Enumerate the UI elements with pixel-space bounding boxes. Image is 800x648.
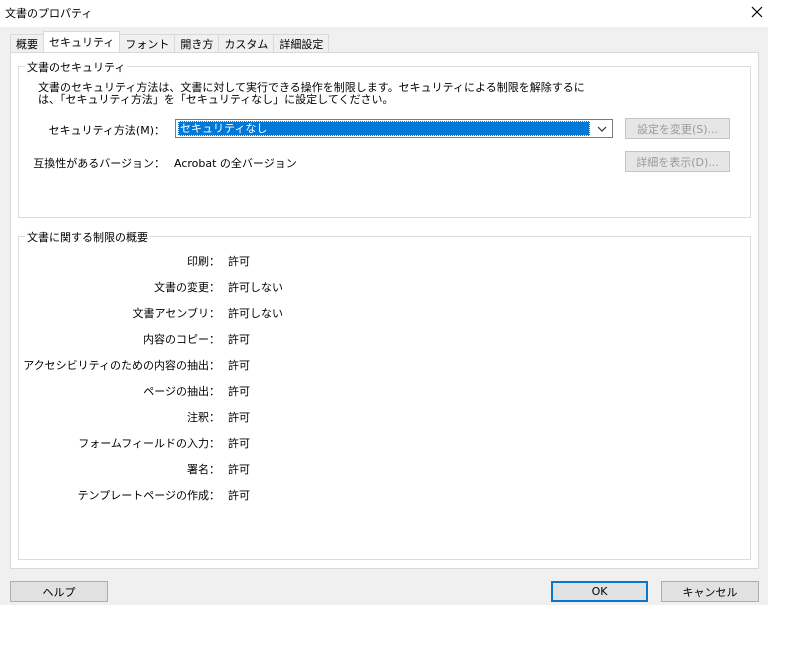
permission-value-assembly: 許可しない bbox=[228, 307, 283, 320]
tab-security[interactable]: セキュリティ bbox=[43, 31, 121, 52]
permission-label-accessibility: アクセシビリティのための内容の抽出： bbox=[23, 359, 220, 372]
permission-value-changing: 許可しない bbox=[228, 281, 283, 294]
group-legend: 文書に関する制限の概要 bbox=[25, 229, 150, 245]
cancel-button[interactable]: キャンセル bbox=[661, 581, 759, 602]
button-label: 詳細を表示(D)... bbox=[636, 155, 719, 169]
permission-value-commenting: 許可 bbox=[228, 411, 250, 424]
permission-label-printing: 印刷： bbox=[187, 255, 220, 268]
tab-label: カスタム bbox=[224, 37, 269, 51]
permission-label-changing: 文書の変更： bbox=[154, 281, 220, 294]
tab-custom[interactable]: カスタム bbox=[218, 34, 275, 52]
compatible-version-value: Acrobat の全バージョン bbox=[174, 157, 297, 170]
button-label: OK bbox=[591, 585, 608, 598]
security-method-label: セキュリティ方法(M)： bbox=[48, 124, 165, 137]
tab-label: 詳細設定 bbox=[279, 37, 324, 51]
button-label: ヘルプ bbox=[42, 585, 76, 599]
change-settings-button[interactable]: 設定を変更(S)... bbox=[625, 118, 730, 139]
tab-advanced[interactable]: 詳細設定 bbox=[273, 34, 330, 52]
document-properties-dialog: 文書のプロパティ 概要 セキュリティ フォント 開き方 カスタム 詳細設定 文書… bbox=[0, 0, 800, 648]
tab-label: セキュリティ bbox=[49, 36, 115, 49]
permission-value-signing: 許可 bbox=[228, 463, 250, 476]
permission-label-signing: 署名： bbox=[187, 463, 220, 476]
permission-label-assembly: 文書アセンブリ： bbox=[132, 307, 220, 320]
permission-value-template-pages: 許可 bbox=[228, 489, 250, 502]
ok-button[interactable]: OK bbox=[551, 581, 648, 602]
tab-initial-view[interactable]: 開き方 bbox=[174, 34, 220, 52]
tab-strip: 概要 セキュリティ フォント 開き方 カスタム 詳細設定 bbox=[10, 31, 330, 52]
tab-label: 開き方 bbox=[180, 37, 214, 51]
help-button[interactable]: ヘルプ bbox=[10, 581, 108, 602]
permission-label-page-extraction: ページの抽出： bbox=[143, 385, 220, 398]
security-description: 文書のセキュリティ方法は、文書に対して実行できる操作を制限します。セキュリティに… bbox=[27, 82, 587, 106]
description-line: は、「セキュリティ方法」を「セキュリティなし」に設定してください。 bbox=[38, 93, 394, 106]
permission-label-commenting: 注釈： bbox=[187, 411, 220, 424]
compatible-version-label: 互換性があるバージョン： bbox=[33, 157, 165, 170]
close-button[interactable] bbox=[742, 0, 772, 24]
tab-label: フォント bbox=[125, 37, 170, 51]
group-legend: 文書のセキュリティ bbox=[25, 59, 128, 75]
tab-overview[interactable]: 概要 bbox=[10, 34, 44, 52]
chevron-down-icon bbox=[597, 126, 607, 132]
security-method-value: セキュリティなし bbox=[178, 121, 590, 136]
permission-value-printing: 許可 bbox=[228, 255, 250, 268]
close-icon bbox=[751, 6, 763, 18]
tab-label: 概要 bbox=[16, 37, 38, 51]
window-title: 文書のプロパティ bbox=[5, 7, 93, 20]
permission-label-template-pages: テンプレートページの作成： bbox=[77, 489, 220, 502]
security-method-select[interactable]: セキュリティなし bbox=[175, 119, 613, 138]
tab-fonts[interactable]: フォント bbox=[119, 34, 176, 52]
button-label: キャンセル bbox=[682, 585, 738, 599]
permission-label-form-filling: フォームフィールドの入力： bbox=[78, 437, 220, 450]
button-label: 設定を変更(S)... bbox=[636, 122, 719, 136]
permission-value-form-filling: 許可 bbox=[228, 437, 250, 450]
permission-value-copying: 許可 bbox=[228, 333, 250, 346]
permission-label-copying: 内容のコピー： bbox=[143, 333, 220, 346]
show-details-button[interactable]: 詳細を表示(D)... bbox=[625, 151, 730, 172]
permission-value-page-extraction: 許可 bbox=[228, 385, 250, 398]
title-bar: 文書のプロパティ bbox=[0, 0, 800, 26]
permission-value-accessibility: 許可 bbox=[228, 359, 250, 372]
